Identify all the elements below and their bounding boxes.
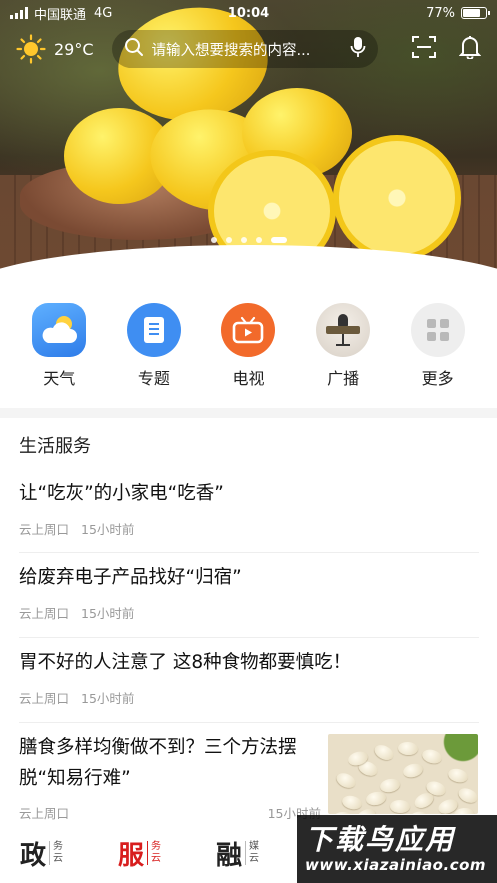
seed-decoration: [340, 793, 364, 812]
carousel-dot[interactable]: [210, 237, 217, 243]
section-separator: [0, 408, 497, 418]
seed-decoration: [397, 741, 419, 756]
tab-government-cloud[interactable]: 政 务云: [20, 823, 118, 883]
status-bar: 中国联通 4G 10:04 77%: [0, 0, 497, 26]
tab-sublabel: 媒云: [245, 841, 259, 865]
seed-decoration: [420, 747, 444, 766]
news-source: 云上周口: [19, 606, 70, 621]
seed-decoration: [372, 742, 396, 763]
quick-nav-tv[interactable]: 电视: [208, 303, 288, 389]
divider: [19, 722, 479, 723]
watermark: 下载鸟应用 www.xiazainiao.com: [297, 815, 497, 883]
more-grid-icon: [410, 303, 465, 357]
news-item[interactable]: 给废弃电子产品找好“归宿” 云上周口 15小时前: [19, 562, 479, 622]
document-icon: [126, 303, 181, 357]
divider: [19, 637, 479, 638]
quick-nav-label: 电视: [232, 369, 265, 388]
quick-nav-weather[interactable]: 天气: [19, 303, 99, 389]
seed-decoration: [433, 812, 455, 814]
quick-nav: 天气 专题 电视 广播 更多: [0, 303, 497, 389]
top-bar: 29°C 请输入想要搜索的内容...: [0, 28, 497, 70]
news-title[interactable]: 胃不好的人注意了 这8种食物都要慎吃！: [19, 647, 479, 678]
microphone-icon[interactable]: [350, 36, 366, 62]
search-input[interactable]: 请输入想要搜索的内容...: [152, 39, 342, 60]
news-meta: 云上周口 15小时前: [19, 688, 479, 707]
seed-decoration: [334, 770, 358, 791]
carousel-dot[interactable]: [240, 237, 247, 243]
tab-sublabel: 务云: [147, 841, 161, 865]
clock: 10:04: [227, 5, 270, 21]
seed-decoration: [389, 799, 411, 814]
tab-label: 融: [216, 840, 243, 871]
quick-nav-more[interactable]: 更多: [398, 303, 478, 389]
carrier-name: 中国联通: [34, 7, 87, 23]
watermark-url: www.xiazainiao.com: [305, 856, 487, 874]
news-meta: 云上周口 15小时前: [19, 519, 479, 538]
news-time: 15小时前: [81, 691, 135, 706]
news-item[interactable]: 膳食多样均衡做不到？三个方法摆脱“知易行难” 云上周口 15小时前: [19, 732, 321, 822]
seed-decoration: [365, 790, 387, 807]
news-time: 15小时前: [81, 606, 135, 621]
tab-label: 政: [20, 840, 47, 871]
news-source: 云上周口: [19, 691, 70, 706]
search-bar[interactable]: 请输入想要搜索的内容...: [111, 30, 378, 68]
network-type: 4G: [94, 5, 113, 21]
carousel-dot-active[interactable]: [270, 237, 287, 243]
carousel-indicator: [210, 237, 287, 243]
tab-label: 服: [118, 840, 145, 871]
news-meta: 云上周口 15小时前: [19, 603, 479, 622]
seed-decoration: [378, 777, 402, 794]
banner-lemon-half: [333, 135, 461, 261]
seed-decoration: [331, 810, 353, 814]
quick-nav-radio[interactable]: 广播: [303, 303, 383, 389]
tab-sublabel: 务云: [49, 841, 63, 865]
news-meta: 云上周口 15小时前: [19, 803, 321, 822]
news-source: 云上周口: [19, 806, 70, 821]
radio-icon: [316, 303, 371, 357]
seed-decoration: [456, 785, 478, 806]
battery-percent: 77%: [426, 5, 455, 21]
news-thumbnail[interactable]: [328, 734, 478, 814]
quick-nav-label: 专题: [137, 369, 170, 388]
tv-icon: [221, 303, 276, 357]
quick-nav-label: 广播: [327, 369, 360, 388]
tab-service-cloud[interactable]: 服 务云: [118, 823, 216, 883]
quick-nav-label: 天气: [43, 369, 76, 388]
bell-icon[interactable]: [458, 35, 482, 63]
section-title: 生活服务: [19, 436, 91, 457]
signal-icon: [10, 7, 28, 19]
battery-icon: [461, 7, 490, 19]
news-title[interactable]: 膳食多样均衡做不到？三个方法摆脱“知易行难”: [19, 732, 319, 794]
news-source: 云上周口: [19, 522, 70, 537]
scan-icon[interactable]: [411, 35, 437, 63]
watermark-title: 下载鸟应用: [305, 823, 456, 856]
temperature: 29°C: [54, 39, 94, 59]
carousel-dot[interactable]: [225, 237, 232, 243]
seed-decoration: [401, 761, 425, 780]
news-title[interactable]: 给废弃电子产品找好“归宿”: [19, 562, 479, 593]
seed-decoration: [406, 809, 430, 814]
news-item[interactable]: 让“吃灰”的小家电“吃香” 云上周口 15小时前: [19, 478, 479, 538]
seed-decoration: [446, 766, 470, 785]
quick-nav-topics[interactable]: 专题: [114, 303, 194, 389]
divider: [19, 552, 479, 553]
weather-icon: [32, 303, 87, 357]
news-time: 15小时前: [81, 522, 135, 537]
carousel-dot[interactable]: [255, 237, 262, 243]
news-item[interactable]: 胃不好的人注意了 这8种食物都要慎吃！ 云上周口 15小时前: [19, 647, 479, 707]
quick-nav-label: 更多: [421, 369, 454, 388]
search-icon: [124, 37, 144, 61]
sun-icon: [16, 34, 46, 64]
news-title[interactable]: 让“吃灰”的小家电“吃香”: [19, 478, 479, 509]
weather-widget[interactable]: 29°C: [16, 34, 94, 64]
